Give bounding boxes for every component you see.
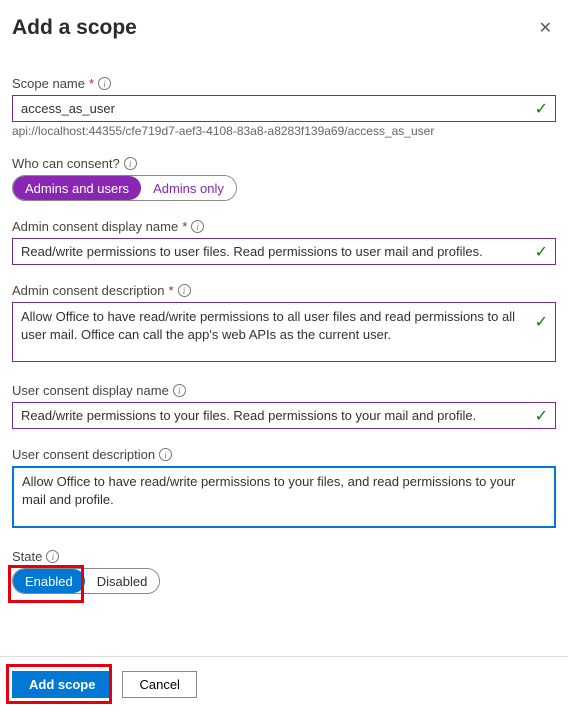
scope-name-input[interactable] [12, 95, 556, 122]
info-icon[interactable]: i [46, 550, 59, 563]
add-scope-button[interactable]: Add scope [12, 671, 112, 698]
user-description-input[interactable]: Allow Office to have read/write permissi… [12, 466, 556, 528]
info-icon[interactable]: i [178, 284, 191, 297]
admin-display-name-label: Admin consent display name [12, 219, 178, 234]
scope-name-label: Scope name [12, 76, 85, 91]
info-icon[interactable]: i [191, 220, 204, 233]
info-icon[interactable]: i [173, 384, 186, 397]
info-icon[interactable]: i [159, 448, 172, 461]
consent-option-admins-only[interactable]: Admins only [141, 176, 236, 200]
user-description-label: User consent description [12, 447, 155, 462]
who-can-consent-label: Who can consent? [12, 156, 120, 171]
who-can-consent-toggle[interactable]: Admins and users Admins only [12, 175, 237, 201]
admin-display-name-input[interactable] [12, 238, 556, 265]
info-icon[interactable]: i [124, 157, 137, 170]
user-display-name-label: User consent display name [12, 383, 169, 398]
state-label: State [12, 549, 42, 564]
info-icon[interactable]: i [98, 77, 111, 90]
required-marker: * [168, 283, 173, 298]
panel-title: Add a scope [12, 16, 137, 40]
consent-option-admins-and-users[interactable]: Admins and users [13, 176, 141, 200]
required-marker: * [89, 76, 94, 91]
required-marker: * [182, 219, 187, 234]
admin-description-input[interactable]: Allow Office to have read/write permissi… [12, 302, 556, 362]
close-icon[interactable]: ✕ [535, 14, 556, 42]
user-display-name-input[interactable] [12, 402, 556, 429]
cancel-button[interactable]: Cancel [122, 671, 196, 698]
state-option-disabled[interactable]: Disabled [85, 569, 160, 593]
scope-uri-preview: api://localhost:44355/cfe719d7-aef3-4108… [12, 124, 556, 138]
admin-description-label: Admin consent description [12, 283, 164, 298]
state-option-enabled[interactable]: Enabled [13, 569, 85, 593]
state-toggle[interactable]: Enabled Disabled [12, 568, 160, 594]
